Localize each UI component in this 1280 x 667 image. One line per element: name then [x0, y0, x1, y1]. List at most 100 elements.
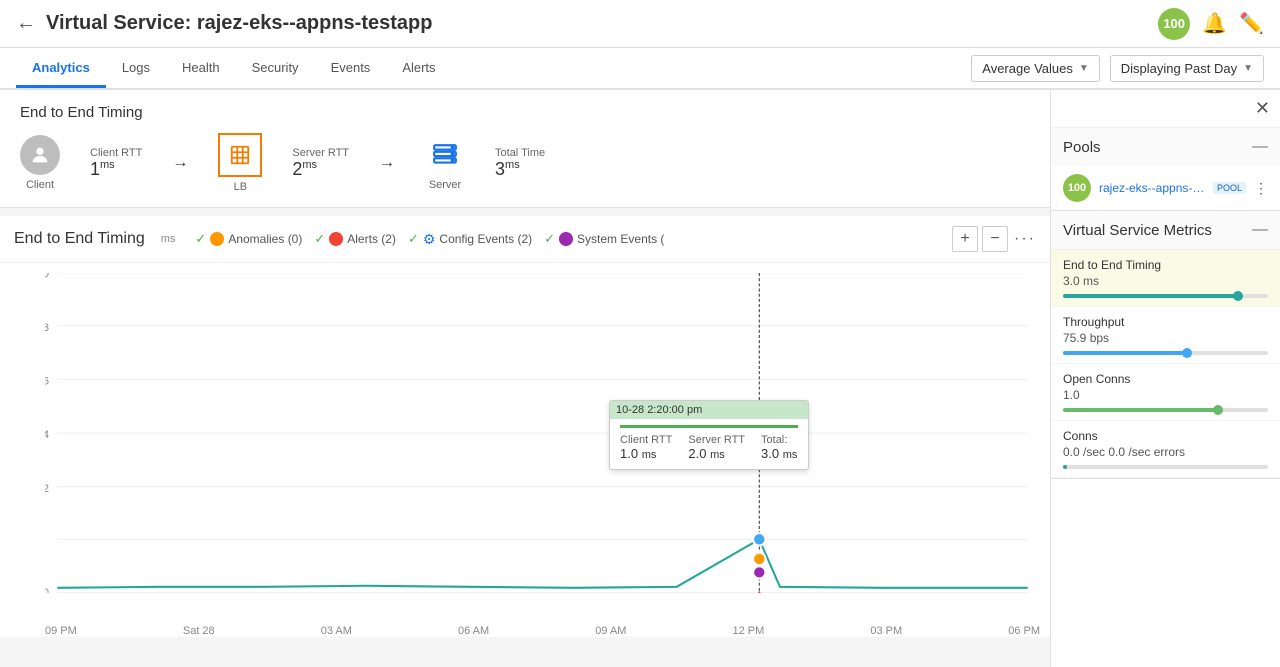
edit-icon[interactable]: ✏️	[1239, 11, 1264, 36]
panel-close: ✕	[1051, 90, 1280, 128]
metric-value-1: 75.9 bps	[1063, 331, 1268, 345]
server-icon	[425, 135, 465, 175]
summary-card: End to End Timing Client Client RTT 1ms	[0, 90, 1050, 208]
x-label-5: 12 PM	[732, 625, 764, 637]
chart-svg: 10 8 6 4 2 0	[45, 273, 1040, 593]
chevron-down-icon: ▼	[1079, 63, 1089, 74]
metric-dot-2	[1213, 405, 1223, 415]
legend-config[interactable]: ✓ ⚙ Config Events (2)	[408, 231, 532, 248]
legend-system[interactable]: ✓ System Events (	[544, 231, 664, 247]
metric-bar-fill-2	[1063, 408, 1217, 412]
metric-bar-fill-1	[1063, 351, 1186, 355]
chart-title: End to End Timing	[14, 230, 145, 248]
metric-conns[interactable]: Conns 0.0 /sec 0.0 /sec errors	[1051, 421, 1280, 478]
system-icon	[559, 232, 573, 246]
x-label-2: 03 AM	[321, 625, 352, 637]
average-values-dropdown[interactable]: Average Values ▼	[971, 55, 1100, 82]
tooltip-server-rtt: Server RTT 2.0 ms	[688, 434, 745, 461]
legend-alerts[interactable]: ✓ Alerts (2)	[314, 231, 396, 247]
metric-bar-2	[1063, 408, 1268, 412]
client-icon	[20, 135, 60, 175]
x-label-1: Sat 28	[183, 625, 215, 637]
check-icon-2: ✓	[314, 231, 325, 247]
collapse-metrics-button[interactable]: —	[1252, 221, 1268, 239]
nav-analytics[interactable]: Analytics	[16, 50, 106, 88]
pools-section: Pools — 100 rajez-eks--appns-te... POOL …	[1051, 128, 1280, 211]
metric-bar-fill-0	[1063, 294, 1237, 298]
metric-name-2: Open Conns	[1063, 372, 1268, 386]
back-button[interactable]: ←	[16, 12, 36, 35]
page-title: Virtual Service: rajez-eks--appns-testap…	[46, 12, 1158, 35]
tooltip-line	[620, 425, 798, 428]
header-icons: 100 🔔 ✏️	[1158, 8, 1264, 40]
metric-value-0: 3.0 ms	[1063, 274, 1268, 288]
pool-name: rajez-eks--appns-te...	[1099, 181, 1205, 195]
metric-value-3: 0.0 /sec 0.0 /sec errors	[1063, 445, 1268, 459]
legend-anomalies[interactable]: ✓ Anomalies (0)	[195, 231, 302, 247]
metrics-section: Virtual Service Metrics — End to End Tim…	[1051, 211, 1280, 479]
avatar[interactable]: 100	[1158, 8, 1190, 40]
metric-bar-3	[1063, 465, 1268, 469]
metric-dot-1	[1182, 348, 1192, 358]
server-label: Server	[429, 179, 461, 191]
lb-icon	[218, 133, 262, 177]
nav-right: Average Values ▼ Displaying Past Day ▼	[971, 55, 1264, 82]
pool-expand-icon[interactable]: ⋮	[1254, 180, 1268, 197]
summary-metrics: Client Client RTT 1ms →	[20, 133, 1030, 193]
pools-title: Pools	[1063, 139, 1101, 156]
navbar: Analytics Logs Health Security Events Al…	[0, 48, 1280, 90]
metric-dot-0	[1233, 291, 1243, 301]
zoom-in-button[interactable]: +	[952, 226, 978, 252]
metric-name-0: End to End Timing	[1063, 258, 1268, 272]
anomaly-icon	[210, 232, 224, 246]
x-label-4: 09 AM	[595, 625, 626, 637]
right-panel: ✕ Pools — 100 rajez-eks--appns-te... POO…	[1050, 90, 1280, 667]
pool-item[interactable]: 100 rajez-eks--appns-te... POOL ⋮	[1051, 166, 1280, 210]
metric-open-conns[interactable]: Open Conns 1.0	[1051, 364, 1280, 421]
metric-name-3: Conns	[1063, 429, 1268, 443]
tooltip-client-rtt: Client RTT 1.0 ms	[620, 434, 672, 461]
total-time: Total Time 3ms	[495, 147, 545, 180]
svg-text:10: 10	[45, 273, 49, 280]
svg-text:0: 0	[45, 587, 49, 593]
metric-throughput[interactable]: Throughput 75.9 bps	[1051, 307, 1280, 364]
nav-health[interactable]: Health	[166, 50, 236, 88]
bell-icon[interactable]: 🔔	[1202, 11, 1227, 36]
time-range-dropdown[interactable]: Displaying Past Day ▼	[1110, 55, 1264, 82]
pool-badge: 100	[1063, 174, 1091, 202]
x-label-7: 06 PM	[1008, 625, 1040, 637]
zoom-out-button[interactable]: −	[982, 226, 1008, 252]
nav-alerts[interactable]: Alerts	[386, 50, 451, 88]
metric-bar-fill-3	[1063, 465, 1067, 469]
chart-section: End to End Timing ms ✓ Anomalies (0) ✓ A…	[0, 216, 1050, 637]
tooltip-total: Total: 3.0 ms	[761, 434, 797, 461]
content-area: End to End Timing Client Client RTT 1ms	[0, 90, 1050, 667]
x-label-6: 03 PM	[870, 625, 902, 637]
more-options-button[interactable]: ···	[1014, 230, 1036, 248]
server-rtt: Server RTT 2ms	[292, 147, 349, 180]
metric-end-to-end[interactable]: End to End Timing 3.0 ms	[1051, 250, 1280, 307]
server-metric: Server	[425, 135, 465, 191]
chart-legend: ✓ Anomalies (0) ✓ Alerts (2) ✓ ⚙ Config …	[195, 231, 664, 248]
nav-events[interactable]: Events	[315, 50, 387, 88]
pool-tag: POOL	[1213, 182, 1246, 194]
collapse-pools-button[interactable]: —	[1252, 138, 1268, 156]
check-icon-3: ✓	[408, 231, 419, 247]
metric-name-1: Throughput	[1063, 315, 1268, 329]
nav-logs[interactable]: Logs	[106, 50, 166, 88]
check-icon-4: ✓	[544, 231, 555, 247]
metrics-header: Virtual Service Metrics —	[1051, 211, 1280, 250]
header: ← Virtual Service: rajez-eks--appns-test…	[0, 0, 1280, 48]
chart-tooltip: 10-28 2:20:00 pm Client RTT 1.0 ms Serve…	[609, 400, 809, 470]
chart-unit: ms	[161, 233, 176, 245]
svg-text:2: 2	[45, 483, 49, 495]
nav-security[interactable]: Security	[236, 50, 315, 88]
config-icon: ⚙	[423, 231, 436, 248]
client-metric: Client	[20, 135, 60, 191]
svg-text:4: 4	[45, 429, 49, 441]
x-label-0: 09 PM	[45, 625, 77, 637]
metric-value-2: 1.0	[1063, 388, 1268, 402]
summary-title: End to End Timing	[20, 104, 1030, 121]
tooltip-row: Client RTT 1.0 ms Server RTT 2.0 ms	[620, 434, 798, 461]
close-button[interactable]: ✕	[1255, 98, 1270, 119]
